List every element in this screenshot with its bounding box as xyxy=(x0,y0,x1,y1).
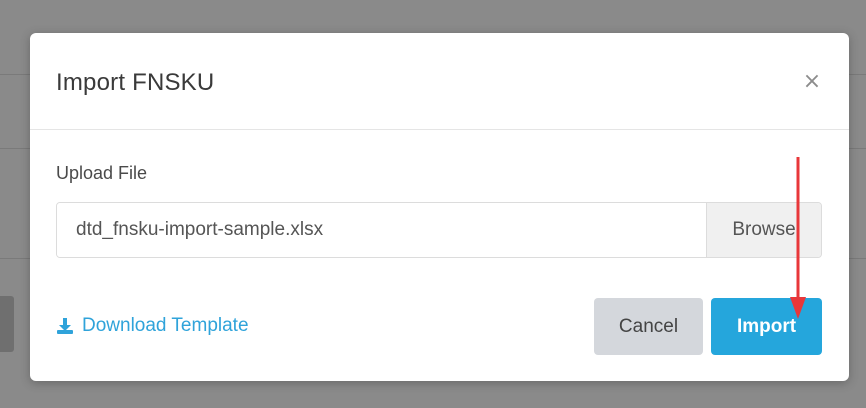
download-template-label: Download Template xyxy=(82,315,249,336)
backdrop-left-tab xyxy=(0,296,14,352)
close-icon[interactable]: × xyxy=(801,69,823,95)
import-fnsku-dialog: Import FNSKU × Upload File Browse Downlo… xyxy=(30,33,849,381)
dialog-header: Import FNSKU × xyxy=(30,33,849,130)
file-path-input[interactable] xyxy=(57,203,706,257)
file-upload-group: Browse xyxy=(56,202,822,258)
import-button[interactable]: Import xyxy=(711,298,822,355)
download-icon xyxy=(57,318,73,334)
browse-button[interactable]: Browse xyxy=(706,203,821,257)
download-template-link[interactable]: Download Template xyxy=(56,315,249,337)
dialog-title: Import FNSKU xyxy=(56,69,215,96)
upload-file-label: Upload File xyxy=(56,163,148,183)
cancel-button[interactable]: Cancel xyxy=(594,298,703,355)
